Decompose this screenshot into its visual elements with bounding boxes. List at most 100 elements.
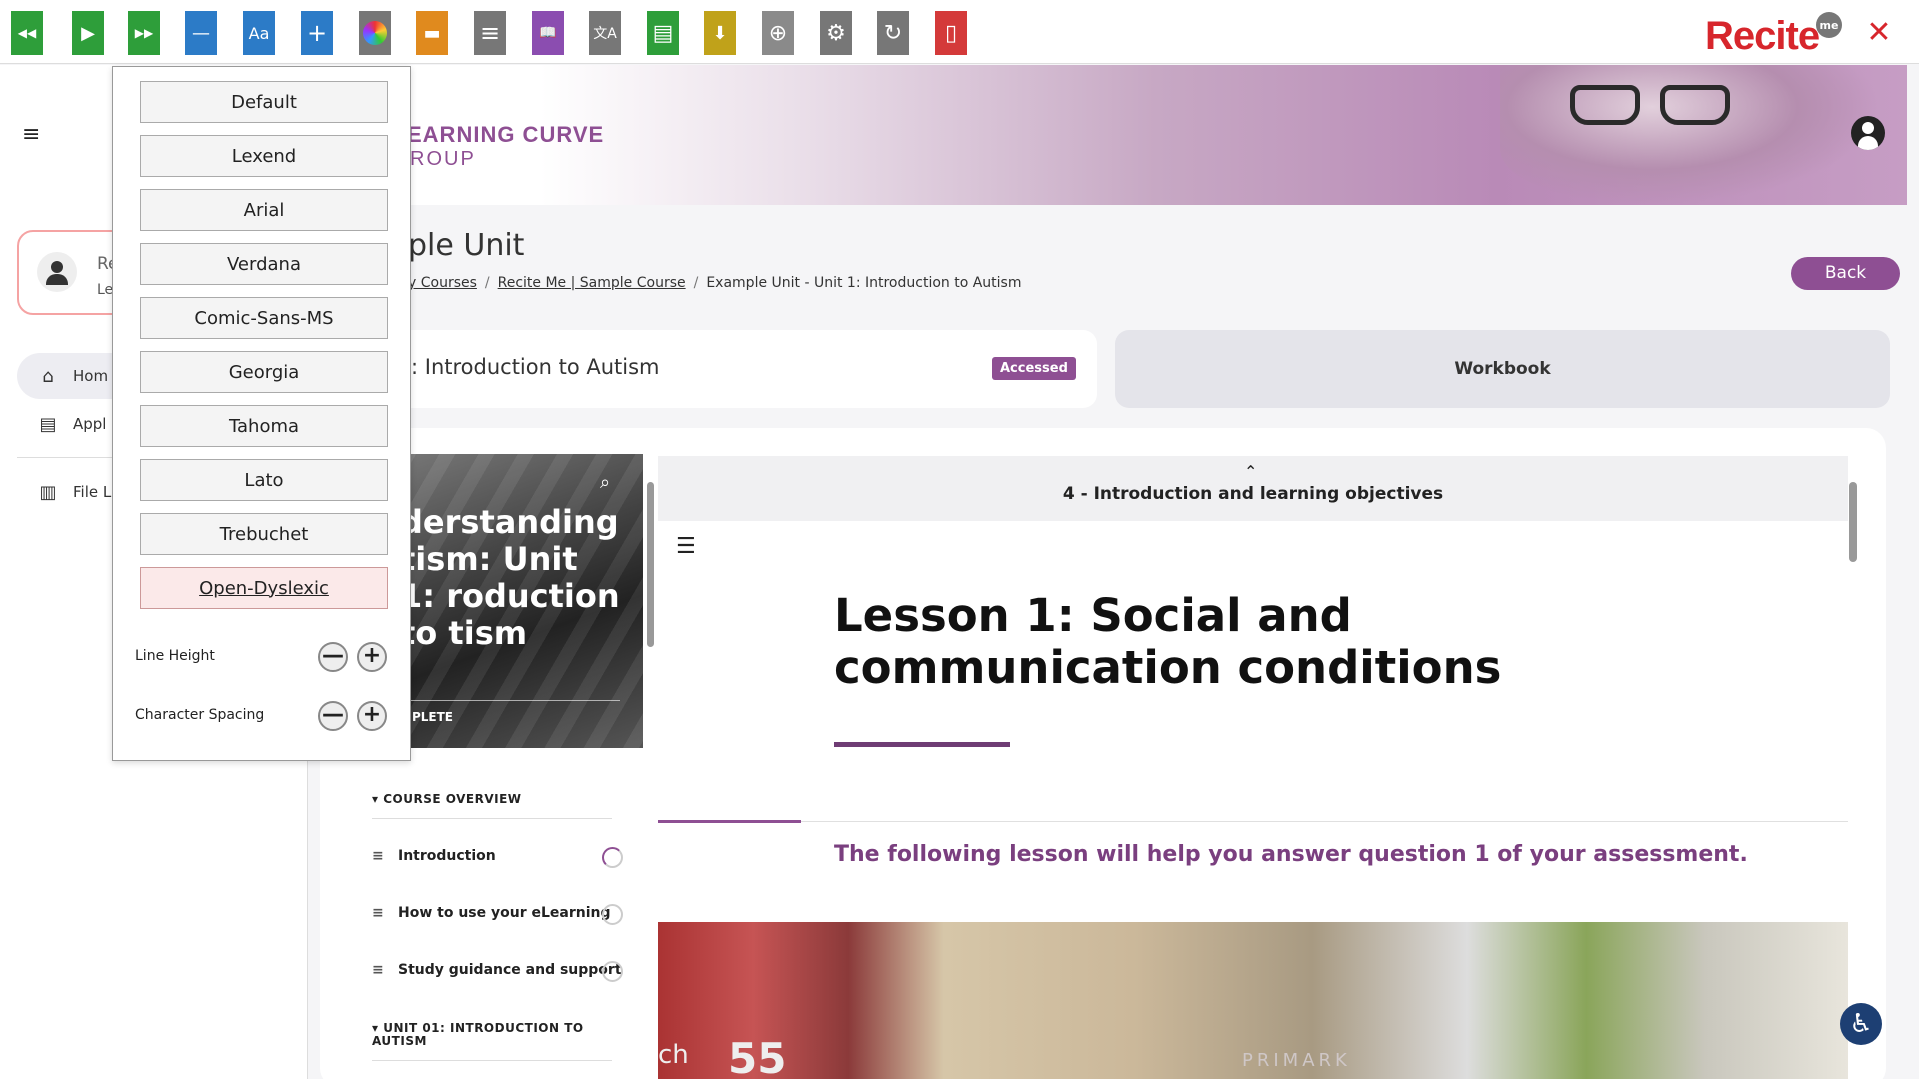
ruler-button[interactable]: ▬ xyxy=(416,11,448,55)
reset-button[interactable]: ↻ xyxy=(877,11,909,55)
rewind-button[interactable]: ◀◀ xyxy=(11,11,43,55)
minus-icon: — xyxy=(192,22,210,44)
lesson-menu-icon[interactable]: ☰ xyxy=(676,534,696,559)
text-only-button[interactable]: ▤ xyxy=(647,11,679,55)
library-icon: ▥ xyxy=(39,481,57,503)
font-button[interactable]: Aa xyxy=(243,11,275,55)
glasses-shape xyxy=(1570,85,1640,125)
dictionary-button[interactable]: 📖 xyxy=(532,11,564,55)
lesson-scrollbar[interactable] xyxy=(1849,462,1857,1079)
help-button[interactable]: ▯ xyxy=(935,11,967,55)
font-icon: Aa xyxy=(248,23,270,43)
close-icon[interactable]: ✕ xyxy=(1864,18,1894,48)
gear-icon: ⚙ xyxy=(826,20,846,46)
recite-logo: Recite xyxy=(1705,14,1820,58)
progress-circle-icon xyxy=(602,904,623,925)
fast-forward-button[interactable]: ▶▶ xyxy=(128,11,160,55)
unit-card[interactable]: : Introduction to Autism Accessed xyxy=(395,330,1097,408)
help-icon: ▯ xyxy=(944,20,958,46)
breadcrumb: y Courses / Recite Me | Sample Course / Exam… xyxy=(408,275,1022,291)
breadcrumb-my-courses[interactable]: y Courses xyxy=(408,275,477,291)
recite-me-badge: me xyxy=(1816,12,1842,38)
accessibility-icon[interactable]: ♿ xyxy=(1840,1003,1882,1045)
list-icon: ≡ xyxy=(372,848,384,864)
lesson-header-title: 4 - Introduction and learning objectives xyxy=(1062,484,1444,504)
dictionary-icon: 📖 xyxy=(539,25,557,41)
font-option-lato[interactable]: Lato xyxy=(140,459,388,501)
color-wheel-icon xyxy=(363,21,387,45)
section-header-overview[interactable]: ▾ COURSE OVERVIEW xyxy=(372,792,522,806)
download-audio-button[interactable]: ⬇ xyxy=(704,11,736,55)
font-option-arial[interactable]: Arial xyxy=(140,189,388,231)
lesson-header[interactable]: ⌃ 4 - Introduction and learning objectiv… xyxy=(658,456,1848,521)
color-settings-button[interactable] xyxy=(359,11,391,55)
page-title: ple Unit xyxy=(408,228,525,263)
text-only-icon: ▤ xyxy=(652,20,674,46)
home-icon: ⌂ xyxy=(42,365,54,387)
lesson-item[interactable]: ≡ Introduction xyxy=(372,848,622,864)
font-option-tahoma[interactable]: Tahoma xyxy=(140,405,388,447)
lesson-subtitle: The following lesson will help you answe… xyxy=(834,842,1748,867)
section-header-unit1[interactable]: ▾ UNIT 01: INTRODUCTION TO AUTISM xyxy=(372,1022,602,1048)
line-height-label: Line Height xyxy=(135,648,215,664)
font-option-comic-sans[interactable]: Comic-Sans-MS xyxy=(140,297,388,339)
sidebar-item-label: Appl xyxy=(73,415,107,433)
course-image-title: derstanding tism: Unit 1: roduction to t… xyxy=(400,503,620,652)
magnifier-icon: ⊕ xyxy=(768,20,788,46)
lesson-progress-fill xyxy=(658,820,801,823)
unit-card-title: : Introduction to Autism xyxy=(411,355,660,379)
sidebar-item-label: Hom xyxy=(73,367,109,385)
translate-button[interactable]: 文A xyxy=(589,11,621,55)
glasses-shape xyxy=(1660,85,1730,125)
breadcrumb-course[interactable]: Recite Me | Sample Course xyxy=(498,275,686,291)
font-option-georgia[interactable]: Georgia xyxy=(140,351,388,393)
menu-icon[interactable]: ≡ xyxy=(22,122,40,147)
progress-circle-icon xyxy=(602,961,623,982)
play-icon: ▶ xyxy=(81,22,95,44)
font-option-open-dyslexic[interactable]: Open-Dyslexic xyxy=(140,567,388,609)
screen-mask-icon: ≡ xyxy=(479,19,501,47)
recite-toolbar: ◀◀ ▶ ▶▶ — Aa + ▬ ≡ 📖 文A ▤ ⬇ ⊕ ⚙ ↻ ▯ Reci… xyxy=(0,0,1919,64)
title-underline xyxy=(834,742,1010,747)
font-option-trebuchet[interactable]: Trebuchet xyxy=(140,513,388,555)
list-icon: ≡ xyxy=(372,962,384,978)
translate-icon: 文A xyxy=(593,26,617,42)
line-height-decrease-button[interactable]: — xyxy=(318,642,348,672)
font-option-verdana[interactable]: Verdana xyxy=(140,243,388,285)
back-button[interactable]: Back xyxy=(1791,257,1900,290)
lesson-item[interactable]: ≡ Study guidance and support xyxy=(372,962,622,978)
increase-text-button[interactable]: + xyxy=(301,11,333,55)
line-height-increase-button[interactable]: + xyxy=(357,642,387,672)
char-spacing-increase-button[interactable]: + xyxy=(357,701,387,731)
font-dropdown: Default Lexend Arial Verdana Comic-Sans-… xyxy=(112,66,411,761)
list-icon: ≡ xyxy=(372,905,384,921)
settings-button[interactable]: ⚙ xyxy=(820,11,852,55)
decrease-text-button[interactable]: — xyxy=(185,11,217,55)
user-icon xyxy=(37,252,77,292)
character-spacing-label: Character Spacing xyxy=(135,707,265,723)
fast-forward-icon: ▶▶ xyxy=(134,26,154,40)
font-option-lexend[interactable]: Lexend xyxy=(140,135,388,177)
font-option-default[interactable]: Default xyxy=(140,81,388,123)
char-spacing-decrease-button[interactable]: — xyxy=(318,701,348,731)
magnifier-button[interactable]: ⊕ xyxy=(762,11,794,55)
play-button[interactable]: ▶ xyxy=(72,11,104,55)
chevron-up-icon[interactable]: ⌃ xyxy=(1244,462,1257,481)
breadcrumb-current: Example Unit - Unit 1: Introduction to A… xyxy=(706,275,1022,291)
lesson-progress-track xyxy=(658,821,1848,822)
course-image: derstanding tism: Unit 1: roduction to t… xyxy=(400,454,643,748)
course-scrollbar[interactable] xyxy=(647,462,654,1079)
progress-circle-icon xyxy=(602,847,623,868)
plus-icon: + xyxy=(306,19,328,47)
sidebar-item-label: File L xyxy=(73,483,112,501)
zoom-icon[interactable]: ⌕ xyxy=(600,472,620,493)
screen-mask-button[interactable]: ≡ xyxy=(474,11,506,55)
rewind-icon: ◀◀ xyxy=(17,26,37,40)
lesson-item[interactable]: ≡ How to use your eLearning xyxy=(372,905,622,921)
lesson-title: Lesson 1: Social and communication condi… xyxy=(834,589,1502,694)
download-icon: ⬇ xyxy=(712,22,728,44)
workbook-tab[interactable]: Workbook xyxy=(1115,330,1890,408)
header-banner xyxy=(540,65,1907,205)
status-badge: Accessed xyxy=(992,357,1076,380)
user-avatar-icon[interactable] xyxy=(1851,116,1885,150)
